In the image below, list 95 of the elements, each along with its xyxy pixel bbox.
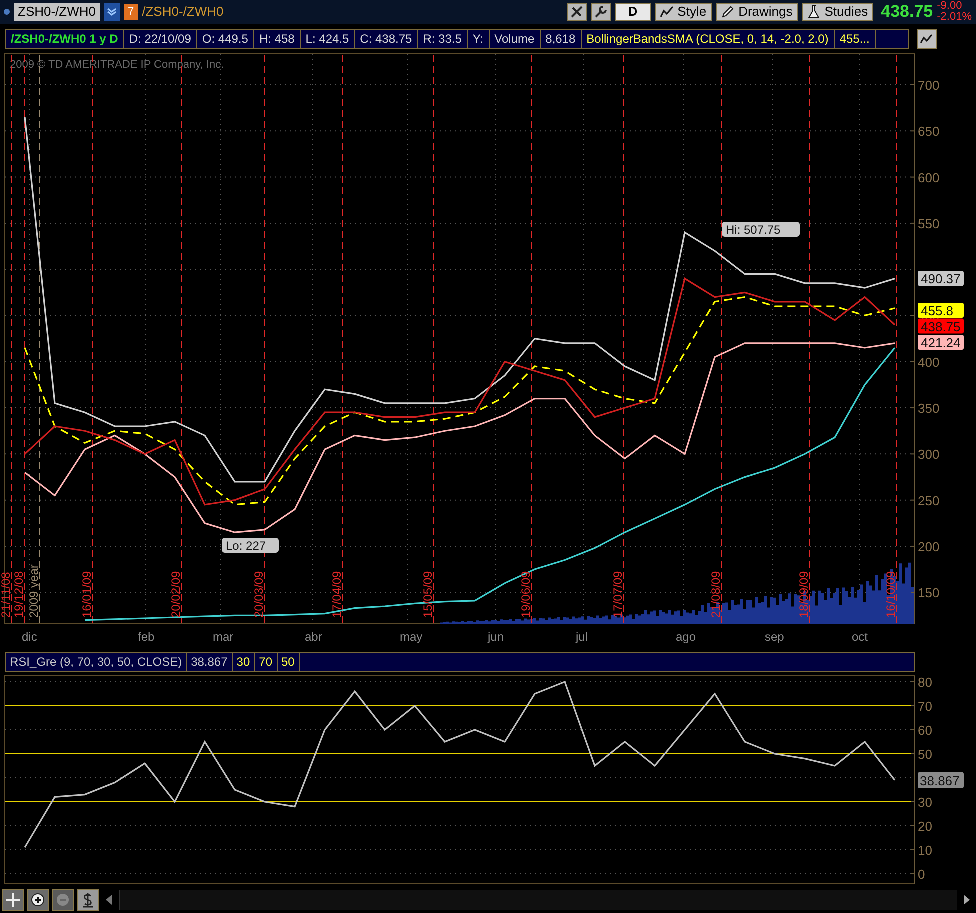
chart-settings-button[interactable] (917, 28, 937, 49)
axis-label: 300 (918, 446, 940, 462)
month-label: feb (138, 630, 155, 644)
date-marker-label: 18/09/09 (797, 570, 811, 618)
date-marker-label: 15/05/09 (421, 570, 435, 618)
studies-button[interactable]: Studies (802, 3, 874, 21)
axis-label: 200 (918, 539, 940, 554)
axis-label: 150 (918, 585, 940, 600)
info-field: D: 22/10/09 (124, 30, 198, 48)
last-price: 438.75 (881, 1, 934, 24)
scrollbar-track[interactable] (119, 890, 957, 910)
axis-label: 350 (918, 400, 940, 416)
date-marker-label: 21/08/09 (709, 570, 723, 618)
info-field: R: 33.5 (418, 30, 468, 48)
level-value: 70 (255, 652, 278, 671)
month-label: abr (305, 630, 322, 644)
wrench-icon (594, 5, 608, 19)
crosshair-icon (5, 892, 21, 908)
month-label: jun (488, 630, 504, 644)
date-marker-label: 17/04/09 (330, 570, 344, 618)
month-label: dic (22, 630, 38, 644)
month-label: sep (765, 630, 784, 644)
axis-label: 600 (918, 170, 940, 185)
percent-change: -2.01% (937, 12, 972, 23)
info-field: L: 424.5 (300, 30, 356, 48)
date-marker-label: 20/03/09 (252, 570, 266, 618)
date-marker-label: 16/10/09 (884, 570, 898, 618)
chevron-down-icon (107, 7, 117, 17)
value-tag: 38.867 (918, 772, 964, 788)
study-label: BollingerBandsSMA (CLOSE, 0, 14, -2.0, 2.0) (582, 30, 835, 48)
right-arrow-icon (964, 895, 970, 906)
month-label: mar (213, 630, 234, 644)
date-marker-label: 2009 year (27, 564, 41, 618)
dollar-icon (81, 892, 95, 908)
axis-label: 700 (918, 78, 940, 93)
symbol-field[interactable]: ZSH0-/ZWH0 (14, 3, 100, 21)
price-callout: Hi: 507.75 (722, 222, 800, 237)
info-field: H: 458 (254, 30, 301, 48)
study-value: 38.867 (187, 652, 233, 671)
info-field: Y: (468, 30, 490, 48)
dollar-button[interactable] (77, 889, 99, 912)
date-marker-label: 21/11/08 (0, 572, 13, 618)
date-marker-label: 16/01/09 (80, 570, 94, 618)
tool-button[interactable] (567, 3, 588, 21)
axis-label: 50 (918, 746, 932, 762)
zoom-out-button[interactable] (52, 889, 74, 912)
axis-label: 60 (918, 722, 932, 738)
period-button[interactable]: D (615, 3, 651, 21)
date-marker-label: 17/07/09 (611, 570, 625, 618)
symbol-title: /ZSH0-/ZWH0 1 y D (6, 30, 124, 48)
axis-label: 20 (918, 818, 932, 834)
month-label: jul (576, 630, 588, 644)
axis-label: 80 (918, 674, 932, 690)
date-marker-label: 19/12/08 (12, 570, 26, 618)
info-field: Volume (490, 30, 541, 48)
axis-label: 400 (918, 354, 940, 370)
link-badge: 7 (124, 4, 138, 20)
info-field: 8,618 (540, 30, 582, 48)
tool-button[interactable] (591, 3, 612, 21)
style-button[interactable]: Style (654, 3, 712, 21)
zoom-in-icon (30, 892, 46, 908)
level-value: 50 (278, 652, 300, 671)
linked-symbol: /ZSH0-/ZWH0 (142, 3, 224, 22)
dropdown-button[interactable] (104, 3, 120, 21)
zoom-in-button[interactable] (27, 889, 49, 912)
zoom-out-icon (55, 892, 71, 908)
info-field: C: 438.75 (355, 30, 418, 48)
axis-label: 550 (918, 216, 940, 231)
month-label: oct (852, 630, 868, 644)
study-value: 455... (834, 30, 876, 48)
flask-icon (806, 5, 821, 19)
line-chart-icon (920, 32, 934, 45)
info-field: O: 449.5 (197, 30, 254, 48)
month-label: ago (676, 630, 696, 644)
line-chart-icon (660, 6, 674, 18)
date-marker-label: 20/02/09 (169, 570, 183, 618)
pencil-icon (720, 5, 735, 19)
left-arrow-icon (106, 895, 112, 906)
axis-label: 70 (918, 698, 932, 714)
price-callout: Lo: 227 (222, 538, 279, 553)
drawings-button[interactable]: Drawings (716, 3, 798, 21)
level-value: 30 (232, 652, 256, 671)
axis-label: 250 (918, 492, 940, 508)
axis-label: 650 (918, 124, 940, 139)
month-label: may (400, 630, 423, 644)
cross-tools-icon (570, 5, 584, 19)
date-marker-label: 19/06/09 (519, 570, 533, 618)
price-tag: 490.37 (918, 270, 964, 286)
study-label: RSI_Gre (9, 70, 30, 50, CLOSE) (6, 652, 188, 671)
axis-label: 10 (918, 842, 932, 858)
axis-label: 0 (918, 866, 926, 882)
price-change: -9.00 (937, 1, 964, 12)
axis-label: 30 (918, 794, 932, 810)
crosshair-button[interactable] (2, 889, 24, 912)
price-tag: 421.24 (918, 334, 964, 350)
